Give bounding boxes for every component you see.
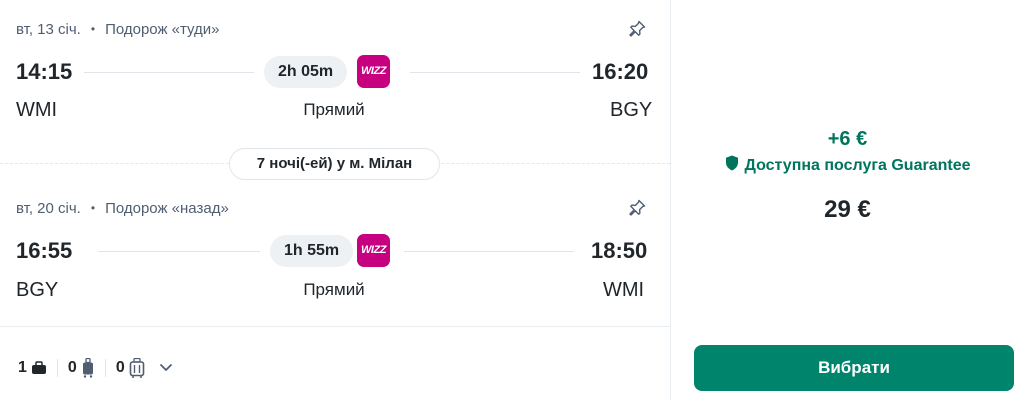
personal-item-count: 1	[18, 359, 27, 376]
outbound-line-right	[410, 72, 580, 73]
carrier-logo: WIZZ	[357, 55, 390, 88]
carrier-logo: WIZZ	[357, 234, 390, 267]
personal-item: 1	[18, 359, 47, 377]
inbound-stops: Прямий	[303, 280, 365, 299]
pin-icon[interactable]	[627, 198, 647, 218]
inbound-arrive-time: 18:50	[591, 238, 648, 263]
outbound-direction: Подорож «туди»	[105, 20, 220, 38]
shield-icon	[725, 155, 739, 176]
guarantee-badge: Доступна послуга Guarantee	[671, 155, 1024, 176]
total-price: 29 €	[824, 196, 871, 223]
itinerary-details: вт, 13 січ. • Подорож «туди» 14:15 2h 05…	[0, 0, 670, 400]
outbound-line-left	[84, 72, 254, 73]
baggage-divider	[0, 326, 670, 327]
chevron-down-icon[interactable]	[159, 363, 173, 373]
separator-dot: •	[90, 201, 96, 215]
separator-dot: •	[90, 22, 96, 36]
baggage-summary[interactable]: 1 0 0	[18, 356, 173, 380]
price-panel: +6 € Доступна послуга Guarantee 29 € Виб…	[671, 0, 1024, 400]
select-button[interactable]: Вибрати	[694, 345, 1014, 391]
cabin-bag-count: 0	[67, 359, 77, 376]
cabin-bag: 0	[68, 358, 95, 378]
stay-duration-badge: 7 ночі(-ей) у м. Мілан	[229, 148, 440, 180]
inbound-date: вт, 20 січ.	[16, 199, 81, 217]
divider	[56, 359, 58, 377]
guarantee-label: Доступна послуга Guarantee	[744, 156, 971, 174]
inbound-line-right	[404, 251, 574, 252]
inbound-header: вт, 20 січ. • Подорож «назад»	[16, 198, 229, 218]
pin-icon[interactable]	[627, 19, 647, 39]
outbound-stops: Прямий	[303, 100, 365, 119]
inbound-line-left	[98, 251, 260, 252]
outbound-depart-code: WMI	[16, 99, 58, 121]
inbound-duration: 1h 55m	[270, 235, 354, 267]
cabin-bag-icon	[81, 358, 95, 378]
checked-bag-count: 0	[115, 359, 125, 376]
extra-price: +6 €	[827, 128, 868, 150]
inbound-depart-time: 16:55	[16, 238, 73, 263]
personal-item-icon	[31, 361, 47, 375]
inbound-direction: Подорож «назад»	[105, 199, 229, 217]
inbound-arrive-code: WMI	[603, 279, 645, 301]
outbound-arrive-time: 16:20	[592, 59, 649, 84]
inbound-depart-code: BGY	[16, 279, 59, 301]
outbound-date: вт, 13 січ.	[16, 20, 81, 38]
divider	[104, 359, 106, 377]
checked-bag: 0	[116, 358, 145, 378]
outbound-arrive-code: BGY	[610, 99, 653, 121]
itinerary-card: вт, 13 січ. • Подорож «туди» 14:15 2h 05…	[0, 0, 1024, 400]
outbound-duration: 2h 05m	[264, 56, 348, 88]
checked-bag-icon	[129, 358, 145, 378]
outbound-header: вт, 13 січ. • Подорож «туди»	[16, 19, 220, 39]
outbound-depart-time: 14:15	[16, 59, 73, 84]
